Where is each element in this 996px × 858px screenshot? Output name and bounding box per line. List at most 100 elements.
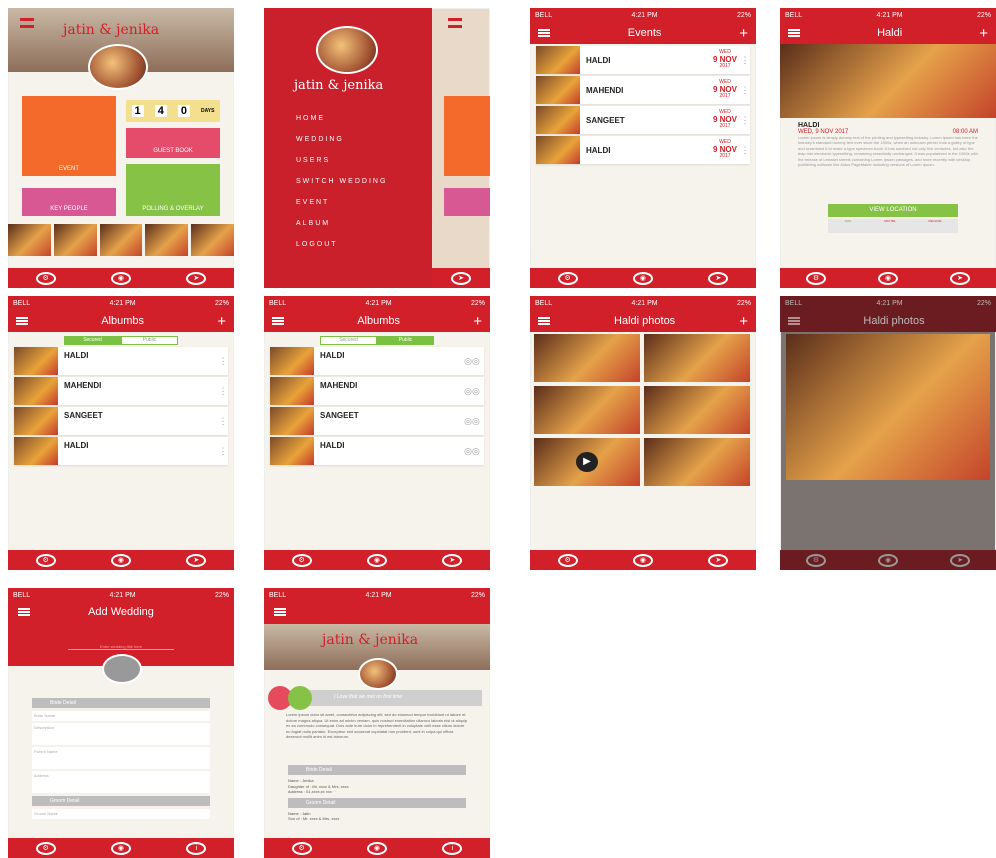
album-row[interactable]: HALDI ◎◎ [270,347,484,375]
camera-icon[interactable]: ◉ [366,841,387,855]
event-row[interactable]: HALDI WED 9 NOV 2017 ⋮ [536,46,750,74]
description-field[interactable]: Description [32,723,210,745]
send-icon[interactable]: ➤ [442,553,463,567]
send-icon[interactable]: ➤ [708,553,729,567]
album-row[interactable]: HALDI ◎◎ [270,437,484,465]
menu-item-logout[interactable]: LOGOUT [296,234,387,255]
camera-icon[interactable]: ◉ [110,553,131,567]
settings-icon[interactable]: ⚙ [291,553,312,567]
more-icon[interactable]: ⋮ [218,386,228,397]
parent-name-field[interactable]: Parent Name [32,747,210,769]
settings-icon[interactable]: ⚙ [557,271,578,285]
camera-icon[interactable]: ◉ [878,553,898,567]
bride-name-field[interactable]: Bride Name [32,711,210,721]
menu-item-album[interactable]: ALBUM [296,213,387,234]
menu-icon[interactable] [274,608,286,616]
album-row[interactable]: HALDI ⋮ [14,437,228,465]
more-icon[interactable]: ⋮ [218,356,228,367]
guest-book-tile[interactable]: GUEST BOOK [126,128,220,158]
album-row[interactable]: SANGEET ⋮ [14,407,228,435]
gallery-photo[interactable] [534,386,640,434]
more-icon[interactable]: ⋮ [740,145,750,156]
tab-secured[interactable]: Secured [320,336,377,345]
settings-icon[interactable]: ⚙ [806,553,826,567]
gallery-photo[interactable] [644,438,750,486]
camera-icon[interactable]: ◉ [110,271,131,285]
more-icon[interactable]: ⋮ [218,416,228,427]
strip-photo[interactable] [145,224,189,256]
rsvp-join[interactable]: JOIN [845,219,852,233]
camera-icon[interactable]: ◉ [110,841,131,855]
send-icon[interactable]: ➤ [186,553,207,567]
visibility-icon[interactable]: ◎◎ [460,356,484,367]
settings-icon[interactable]: ⚙ [35,271,56,285]
menu-icon[interactable] [272,317,284,325]
polling-tile[interactable]: POLLING & OVERLAY [126,164,220,216]
menu-icon[interactable] [788,29,800,37]
event-row[interactable]: HALDI WED 9 NOV 2017 ⋮ [536,136,750,164]
album-row[interactable]: HALDI ⋮ [14,347,228,375]
gallery-photo[interactable] [644,334,750,382]
preview-photo[interactable] [786,334,990,480]
camera-icon[interactable]: ◉ [632,271,653,285]
strip-photo[interactable] [99,224,143,256]
view-location-button[interactable]: VIEW LOCATION [828,204,958,217]
visibility-icon[interactable]: ◎◎ [460,416,484,427]
send-icon[interactable]: ➤ [950,271,970,285]
add-photo-avatar[interactable] [102,654,142,684]
settings-icon[interactable]: ⚙ [35,841,56,855]
add-icon[interactable]: + [979,26,988,41]
strip-photo[interactable] [8,224,51,256]
add-icon[interactable]: + [473,314,482,329]
menu-item-event[interactable]: EVENT [296,192,387,213]
wedding-title-input[interactable]: Enter wedding title here [68,644,174,650]
event-row[interactable]: SANGEET WED 9 NOV 2017 ⋮ [536,106,750,134]
tab-secured[interactable]: Secured [64,336,121,345]
visibility-icon[interactable]: ◎◎ [460,446,484,457]
menu-item-home[interactable]: HOME [296,108,387,129]
settings-icon[interactable]: ⚙ [806,271,826,285]
menu-icon[interactable] [538,29,550,37]
more-icon[interactable]: ⋮ [740,85,750,96]
send-icon[interactable]: ➤ [186,271,207,285]
send-icon[interactable]: ➤ [708,271,729,285]
menu-close-icon[interactable] [448,18,462,28]
menu-item-wedding[interactable]: WEDDING [296,129,387,150]
menu-item-users[interactable]: USERS [296,150,387,171]
tab-public[interactable]: Public [377,336,434,345]
send-icon[interactable]: ➤ [451,271,471,285]
gallery-video[interactable]: ▶ [534,438,640,486]
rsvp-maybe[interactable]: MAY BE [884,219,895,233]
gallery-photo[interactable] [644,386,750,434]
settings-icon[interactable]: ⚙ [557,553,578,567]
info-icon[interactable]: i [442,841,463,855]
add-icon[interactable]: + [739,314,748,329]
menu-icon[interactable] [538,317,550,325]
settings-icon[interactable]: ⚙ [291,841,312,855]
album-row[interactable]: SANGEET ◎◎ [270,407,484,435]
menu-icon[interactable] [16,317,28,325]
send-icon[interactable]: ➤ [950,553,970,567]
more-icon[interactable]: ⋮ [740,55,750,66]
menu-icon[interactable] [788,317,800,325]
groom-name-field[interactable]: Groom Name [32,809,210,819]
rsvp-decline[interactable]: DECLINE [928,219,941,233]
camera-icon[interactable]: ◉ [366,553,387,567]
address-field[interactable]: Address [32,771,210,793]
strip-photo[interactable] [53,224,97,256]
tab-public[interactable]: Public [121,336,178,345]
key-people-tile[interactable]: KEY PEOPLE [22,188,116,216]
visibility-icon[interactable]: ◎◎ [460,386,484,397]
album-row[interactable]: MAHENDI ◎◎ [270,377,484,405]
settings-icon[interactable]: ⚙ [35,553,56,567]
event-tile[interactable]: EVENT [22,96,116,176]
album-row[interactable]: MAHENDI ⋮ [14,377,228,405]
strip-photo[interactable] [191,224,234,256]
photo-strip[interactable] [8,224,234,256]
camera-icon[interactable]: ◉ [878,271,898,285]
add-icon[interactable]: + [739,26,748,41]
add-icon[interactable]: + [217,314,226,329]
menu-item-switch-wedding[interactable]: SWITCH WEDDING [296,171,387,192]
camera-icon[interactable]: ◉ [632,553,653,567]
more-icon[interactable]: ⋮ [218,446,228,457]
